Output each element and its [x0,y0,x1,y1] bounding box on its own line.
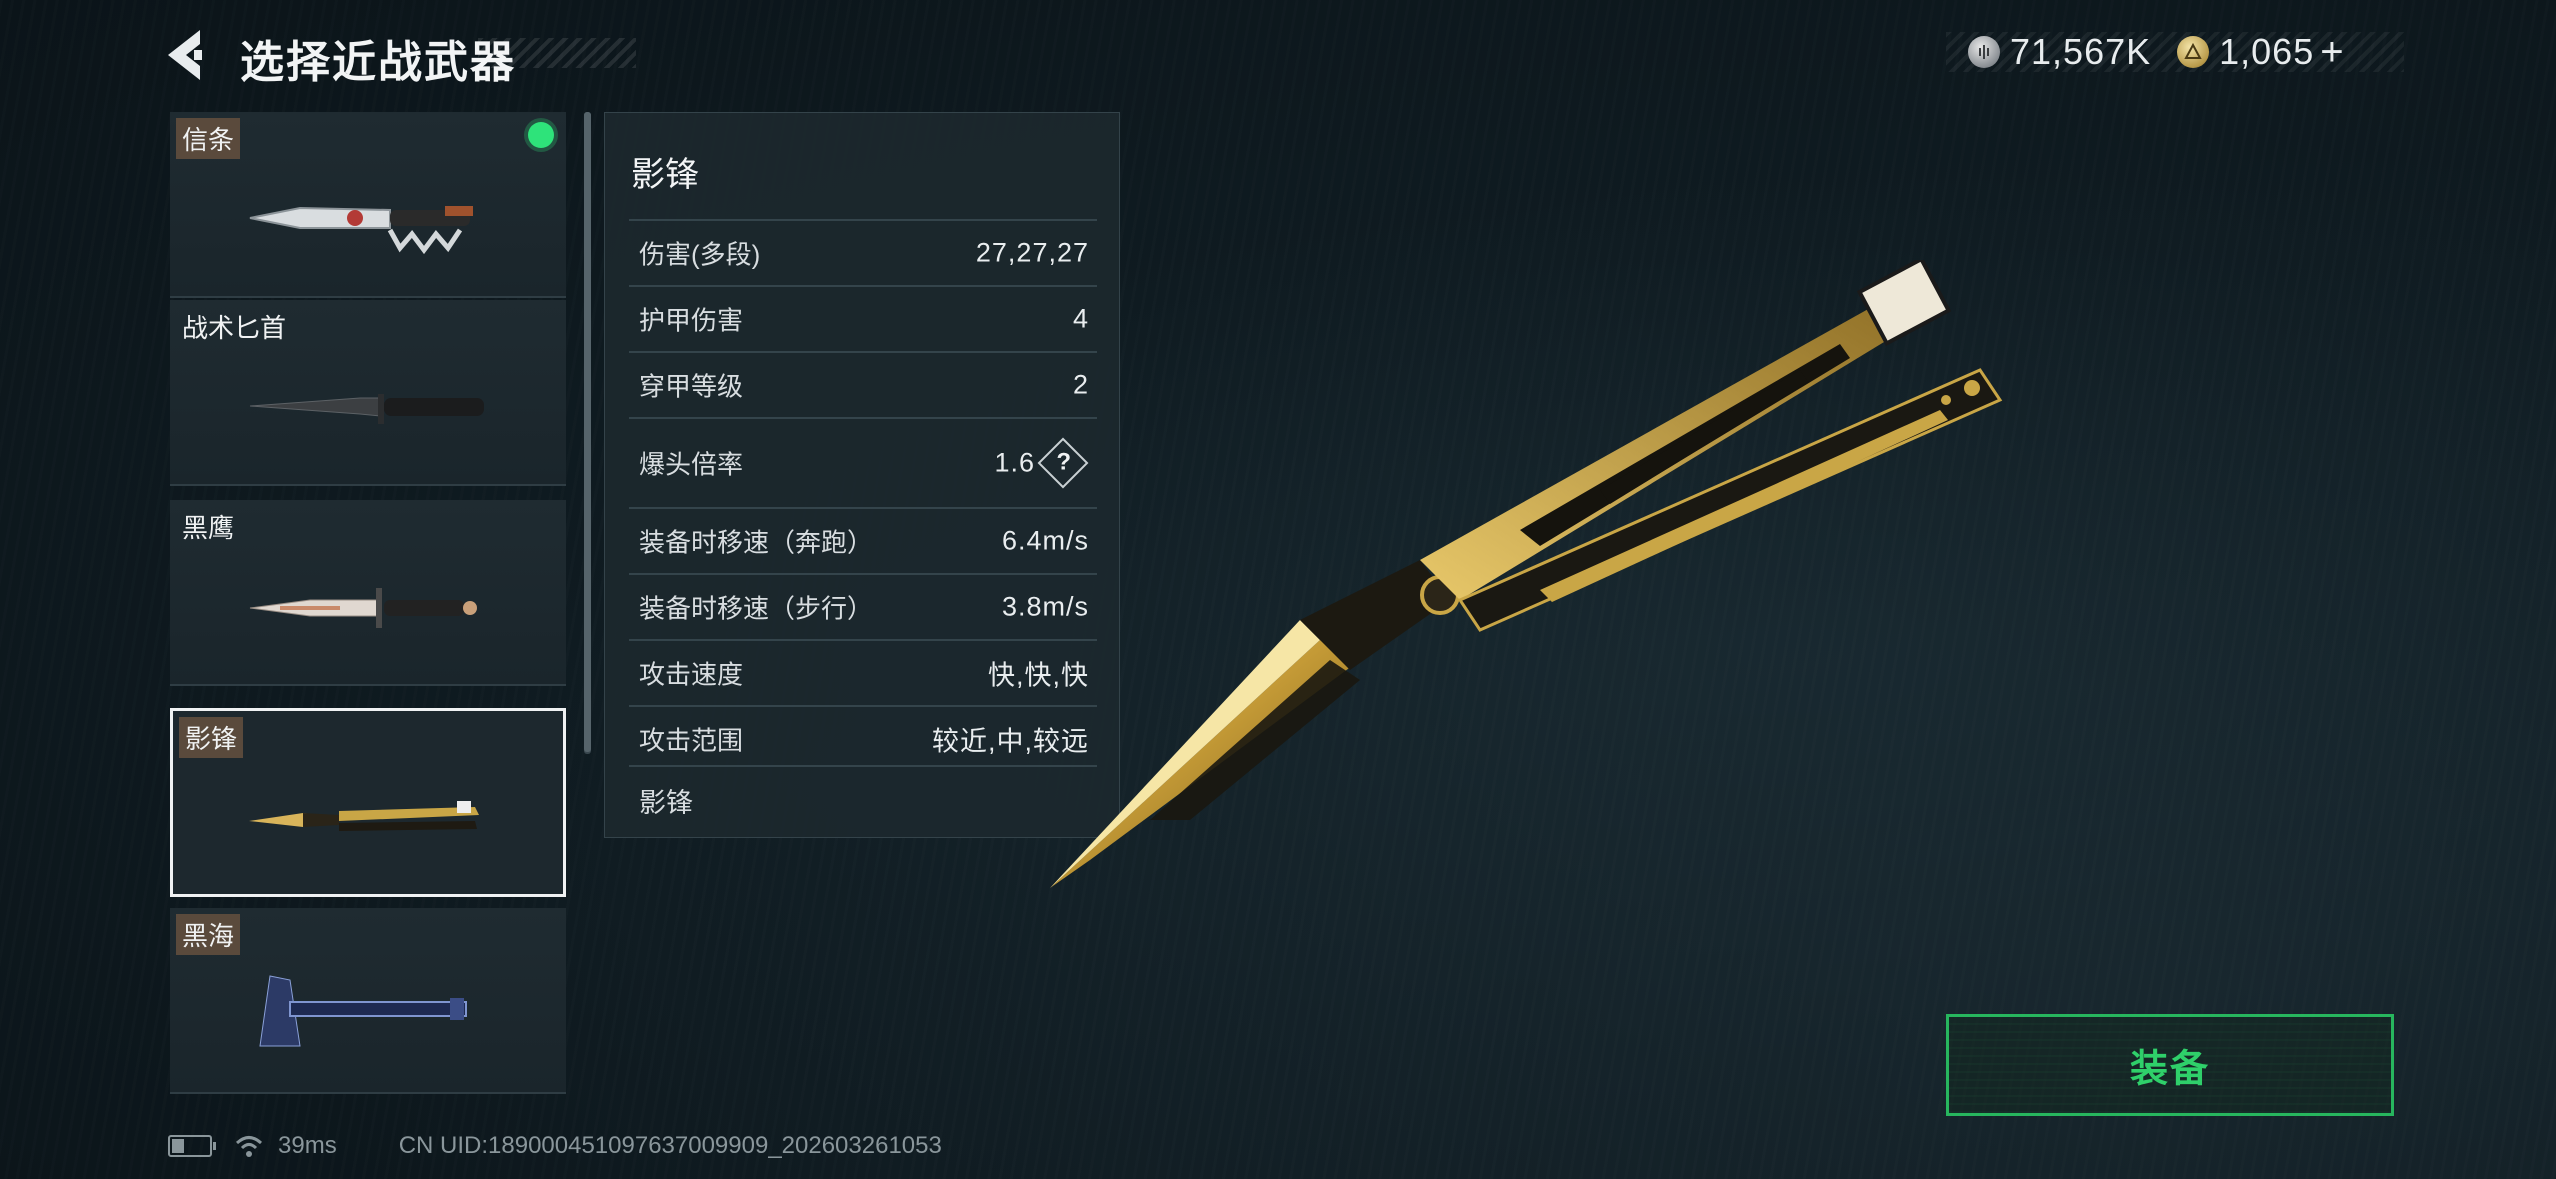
weapon-list-scrollbar[interactable] [584,112,591,754]
knife-tactical-image [249,394,484,424]
add-currency-button[interactable]: + [2320,30,2343,75]
stat-label: 装备时移速（步行） [639,593,874,624]
stat-label: 护甲伤害 [639,305,744,336]
weapon-card-heihai[interactable]: 黑海 [170,908,566,1094]
gold-coin-icon [2177,36,2210,68]
scrollbar-thumb[interactable] [584,112,591,752]
axe-heihai-image [259,975,467,1047]
knife-yingfeng-image [249,801,479,831]
weapon-card-yingfeng[interactable]: 影锋 [170,708,566,897]
equipped-indicator-icon [528,122,554,148]
equip-button[interactable]: 装备 [1946,1014,2394,1116]
gold-amount: 1,065 [2219,31,2315,72]
stats-footer: 影锋 [639,788,693,818]
stat-label: 爆头倍率 [639,449,744,480]
silver-amount: 71,567K [2010,31,2152,72]
title-decoration [478,38,636,68]
currency-bar: 71,567K 1,065 + [1946,30,2404,75]
battery-icon [168,1135,216,1157]
weapon-name: 影锋 [179,717,244,758]
gold-currency: 1,065 + [2177,30,2344,75]
status-bar: 39ms CN UID:189000451097637009909_202603… [168,1128,942,1164]
weapon-preview-image[interactable] [1000,260,2020,920]
stat-label: 攻击范围 [639,725,744,756]
weapon-name: 战术匕首 [182,313,287,343]
stat-label: 攻击速度 [639,659,744,690]
silver-coin-icon [1968,36,2000,68]
silver-currency: 71,567K [1968,31,2151,73]
back-arrow-icon [168,30,202,80]
weapon-name: 黑鹰 [182,513,235,543]
stat-label: 伤害(多段) [639,239,761,270]
stat-label: 装备时移速（奔跑） [639,527,874,558]
equip-button-label: 装备 [2129,1048,2210,1091]
page-title: 选择近战武器 [240,38,516,87]
weapon-name: 信条 [176,118,241,159]
weapon-card-xintiao[interactable]: 信条 [170,112,566,298]
stat-label: 穿甲等级 [639,371,744,402]
player-uid: CN UID:189000451097637009909_20260326105… [398,1132,942,1159]
back-button[interactable] [160,24,220,86]
weapon-name: 黑海 [176,914,241,955]
ping-value: 39ms [278,1132,337,1159]
weapon-card-tactical-dagger[interactable]: 战术匕首 [170,300,566,486]
stats-title: 影锋 [631,156,699,194]
wifi-icon [235,1136,263,1157]
knife-blackhawk-image [249,588,477,628]
weapon-card-blackhawk[interactable]: 黑鹰 [170,500,566,686]
knife-xintiao-image [249,206,473,255]
